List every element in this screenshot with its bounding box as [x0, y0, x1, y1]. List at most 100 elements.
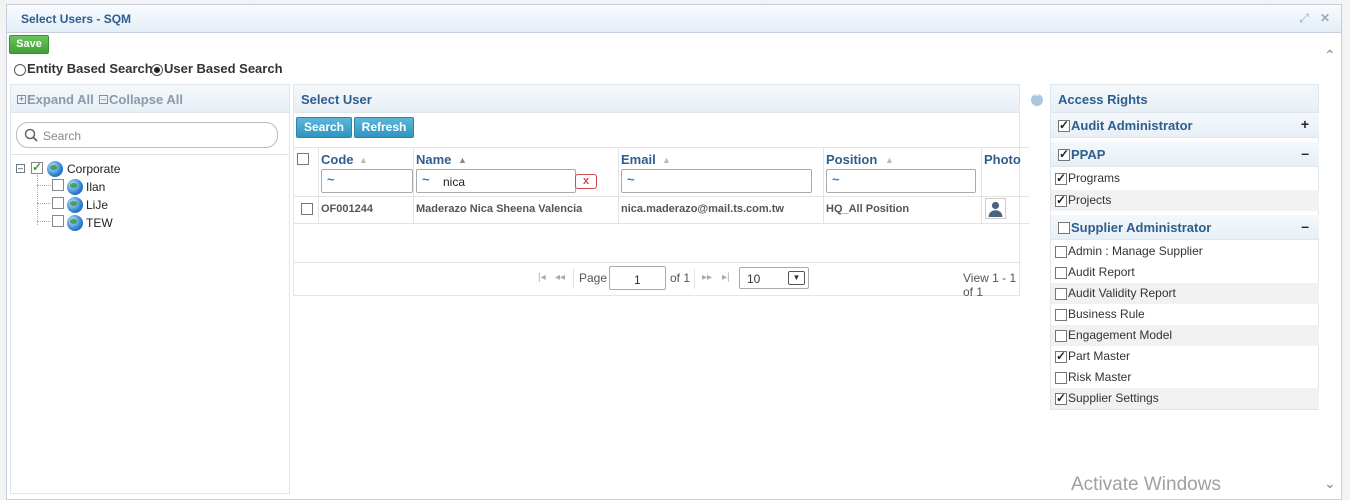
tree-search-input[interactable]: Search	[16, 122, 278, 148]
access-group-audit-administrator[interactable]: Audit Administrator +	[1051, 113, 1319, 138]
user-search-radio[interactable]	[151, 64, 163, 76]
item-checkbox[interactable]	[1055, 309, 1067, 321]
save-button[interactable]: Save	[9, 35, 49, 54]
item-checkbox[interactable]	[1055, 246, 1067, 258]
expand-icon[interactable]: +	[1301, 116, 1309, 132]
close-icon[interactable]: ✕	[1318, 11, 1332, 25]
item-checkbox[interactable]	[1055, 330, 1067, 342]
collapse-panel-icon[interactable]: ⌃	[1031, 94, 1043, 106]
expand-all-link[interactable]: Expand All	[27, 92, 94, 107]
refresh-button[interactable]: Refresh	[354, 117, 414, 138]
group-checkbox[interactable]	[1058, 147, 1070, 161]
tree-divider	[11, 154, 289, 155]
tilde-icon: ~	[627, 172, 635, 187]
collapse-icon[interactable]: –	[1301, 145, 1309, 161]
group-checkbox[interactable]	[1058, 118, 1070, 132]
sort-icon[interactable]: ▲	[359, 155, 368, 165]
page-size-value: 10	[747, 272, 761, 286]
last-page-icon[interactable]: ▸|	[722, 272, 730, 283]
clear-filter-button[interactable]: x	[575, 174, 597, 189]
collapse-all-icon[interactable]: –	[99, 95, 108, 104]
user-search-label[interactable]: User Based Search	[164, 61, 283, 76]
grid-line	[618, 147, 619, 223]
access-item-business-rule[interactable]: Business Rule	[1051, 304, 1319, 325]
column-code[interactable]: Code	[321, 152, 354, 167]
grid-line	[981, 147, 982, 223]
email-filter-input[interactable]: ~	[621, 169, 812, 193]
item-checkbox[interactable]	[1055, 171, 1067, 185]
tilde-icon: ~	[422, 172, 430, 187]
sort-icon[interactable]: ▲	[662, 155, 671, 165]
position-filter-input[interactable]: ~	[826, 169, 976, 193]
next-page-icon[interactable]: ▸▸	[702, 272, 712, 283]
tree-search-placeholder: Search	[43, 129, 82, 143]
tree-checkbox-lije[interactable]	[52, 197, 64, 209]
tree-checkbox-corporate[interactable]	[31, 160, 43, 174]
tree-checkbox-tew[interactable]	[52, 215, 64, 227]
scroll-down-icon[interactable]: ⌄	[1324, 475, 1336, 492]
tree-node-tew[interactable]: TEW	[86, 216, 113, 230]
entity-search-label[interactable]: Entity Based Search	[27, 61, 153, 76]
grid-line	[823, 147, 824, 223]
access-item-projects[interactable]: Projects	[1051, 190, 1319, 211]
user-panel-title: Select User	[301, 92, 372, 107]
access-item-engagement-model[interactable]: Engagement Model	[1051, 325, 1319, 346]
column-email[interactable]: Email	[621, 152, 656, 167]
collapse-icon[interactable]: –	[1301, 218, 1309, 234]
restore-icon[interactable]: ⤢	[1297, 11, 1311, 25]
view-count-text: View 1 - 1 of 1	[963, 271, 1017, 299]
row-email: nica.maderazo@mail.ts.com.tw	[621, 203, 784, 215]
column-position[interactable]: Position	[826, 152, 877, 167]
sort-icon[interactable]: ▲	[885, 155, 894, 165]
select-all-checkbox[interactable]	[297, 153, 309, 165]
page-number-value: 1	[634, 273, 641, 287]
collapse-all-link[interactable]: Collapse All	[109, 92, 183, 107]
chevron-down-icon[interactable]: ▼	[788, 271, 805, 285]
code-filter-input[interactable]: ~	[321, 169, 413, 193]
item-checkbox[interactable]	[1055, 372, 1067, 384]
tree-node-ilan[interactable]: Ilan	[86, 180, 105, 194]
access-item-supplier-settings[interactable]: Supplier Settings	[1051, 388, 1319, 409]
name-filter-value: nica	[443, 175, 466, 189]
grid-line	[413, 147, 414, 223]
access-group-supplier-administrator[interactable]: Supplier Administrator –	[1051, 215, 1319, 240]
column-name[interactable]: Name	[416, 152, 451, 167]
prev-page-icon[interactable]: ◂◂	[555, 272, 565, 283]
access-item-admin-manage-supplier[interactable]: Admin : Manage Supplier	[1051, 241, 1319, 262]
first-page-icon[interactable]: |◂	[538, 272, 546, 283]
dialog-title: Select Users - SQM	[21, 12, 132, 26]
item-checkbox[interactable]	[1055, 288, 1067, 300]
name-filter-input[interactable]: ~ nica	[416, 169, 576, 193]
user-photo-icon[interactable]	[985, 198, 1006, 219]
entity-search-radio[interactable]	[14, 64, 26, 76]
tree-node-lije[interactable]: LiJe	[86, 198, 108, 212]
grid-line	[294, 262, 1021, 263]
search-button[interactable]: Search	[296, 117, 352, 138]
item-checkbox[interactable]	[1055, 267, 1067, 279]
group-checkbox[interactable]	[1058, 222, 1070, 234]
column-photo: Photo	[984, 152, 1021, 167]
collapse-node-icon[interactable]: –	[16, 164, 25, 173]
item-checkbox[interactable]	[1055, 349, 1067, 363]
scroll-up-icon[interactable]: ⌃	[1324, 47, 1336, 64]
globe-icon	[47, 161, 63, 177]
select-users-dialog: Select Users - SQM ⤢ ✕ Save Entity Based…	[6, 4, 1342, 500]
item-checkbox[interactable]	[1055, 193, 1067, 207]
access-item-audit-validity-report[interactable]: Audit Validity Report	[1051, 283, 1319, 304]
grid-line	[294, 196, 1029, 197]
tree-node-corporate[interactable]: Corporate	[67, 162, 120, 176]
expand-all-icon[interactable]: +	[17, 95, 26, 104]
access-item-audit-report[interactable]: Audit Report	[1051, 262, 1319, 283]
access-item-programs[interactable]: Programs	[1051, 168, 1319, 189]
row-checkbox[interactable]	[301, 203, 313, 215]
access-item-part-master[interactable]: Part Master	[1051, 346, 1319, 367]
page-size-select[interactable]: 10 ▼	[739, 267, 809, 289]
tree-connector	[37, 185, 51, 186]
page-number-input[interactable]: 1	[609, 266, 666, 290]
globe-icon	[67, 179, 83, 195]
access-item-risk-master[interactable]: Risk Master	[1051, 367, 1319, 388]
item-checkbox[interactable]	[1055, 391, 1067, 405]
access-group-ppap[interactable]: PPAP –	[1051, 142, 1319, 167]
tree-checkbox-ilan[interactable]	[52, 179, 64, 191]
sort-icon[interactable]: ▲	[458, 155, 467, 165]
